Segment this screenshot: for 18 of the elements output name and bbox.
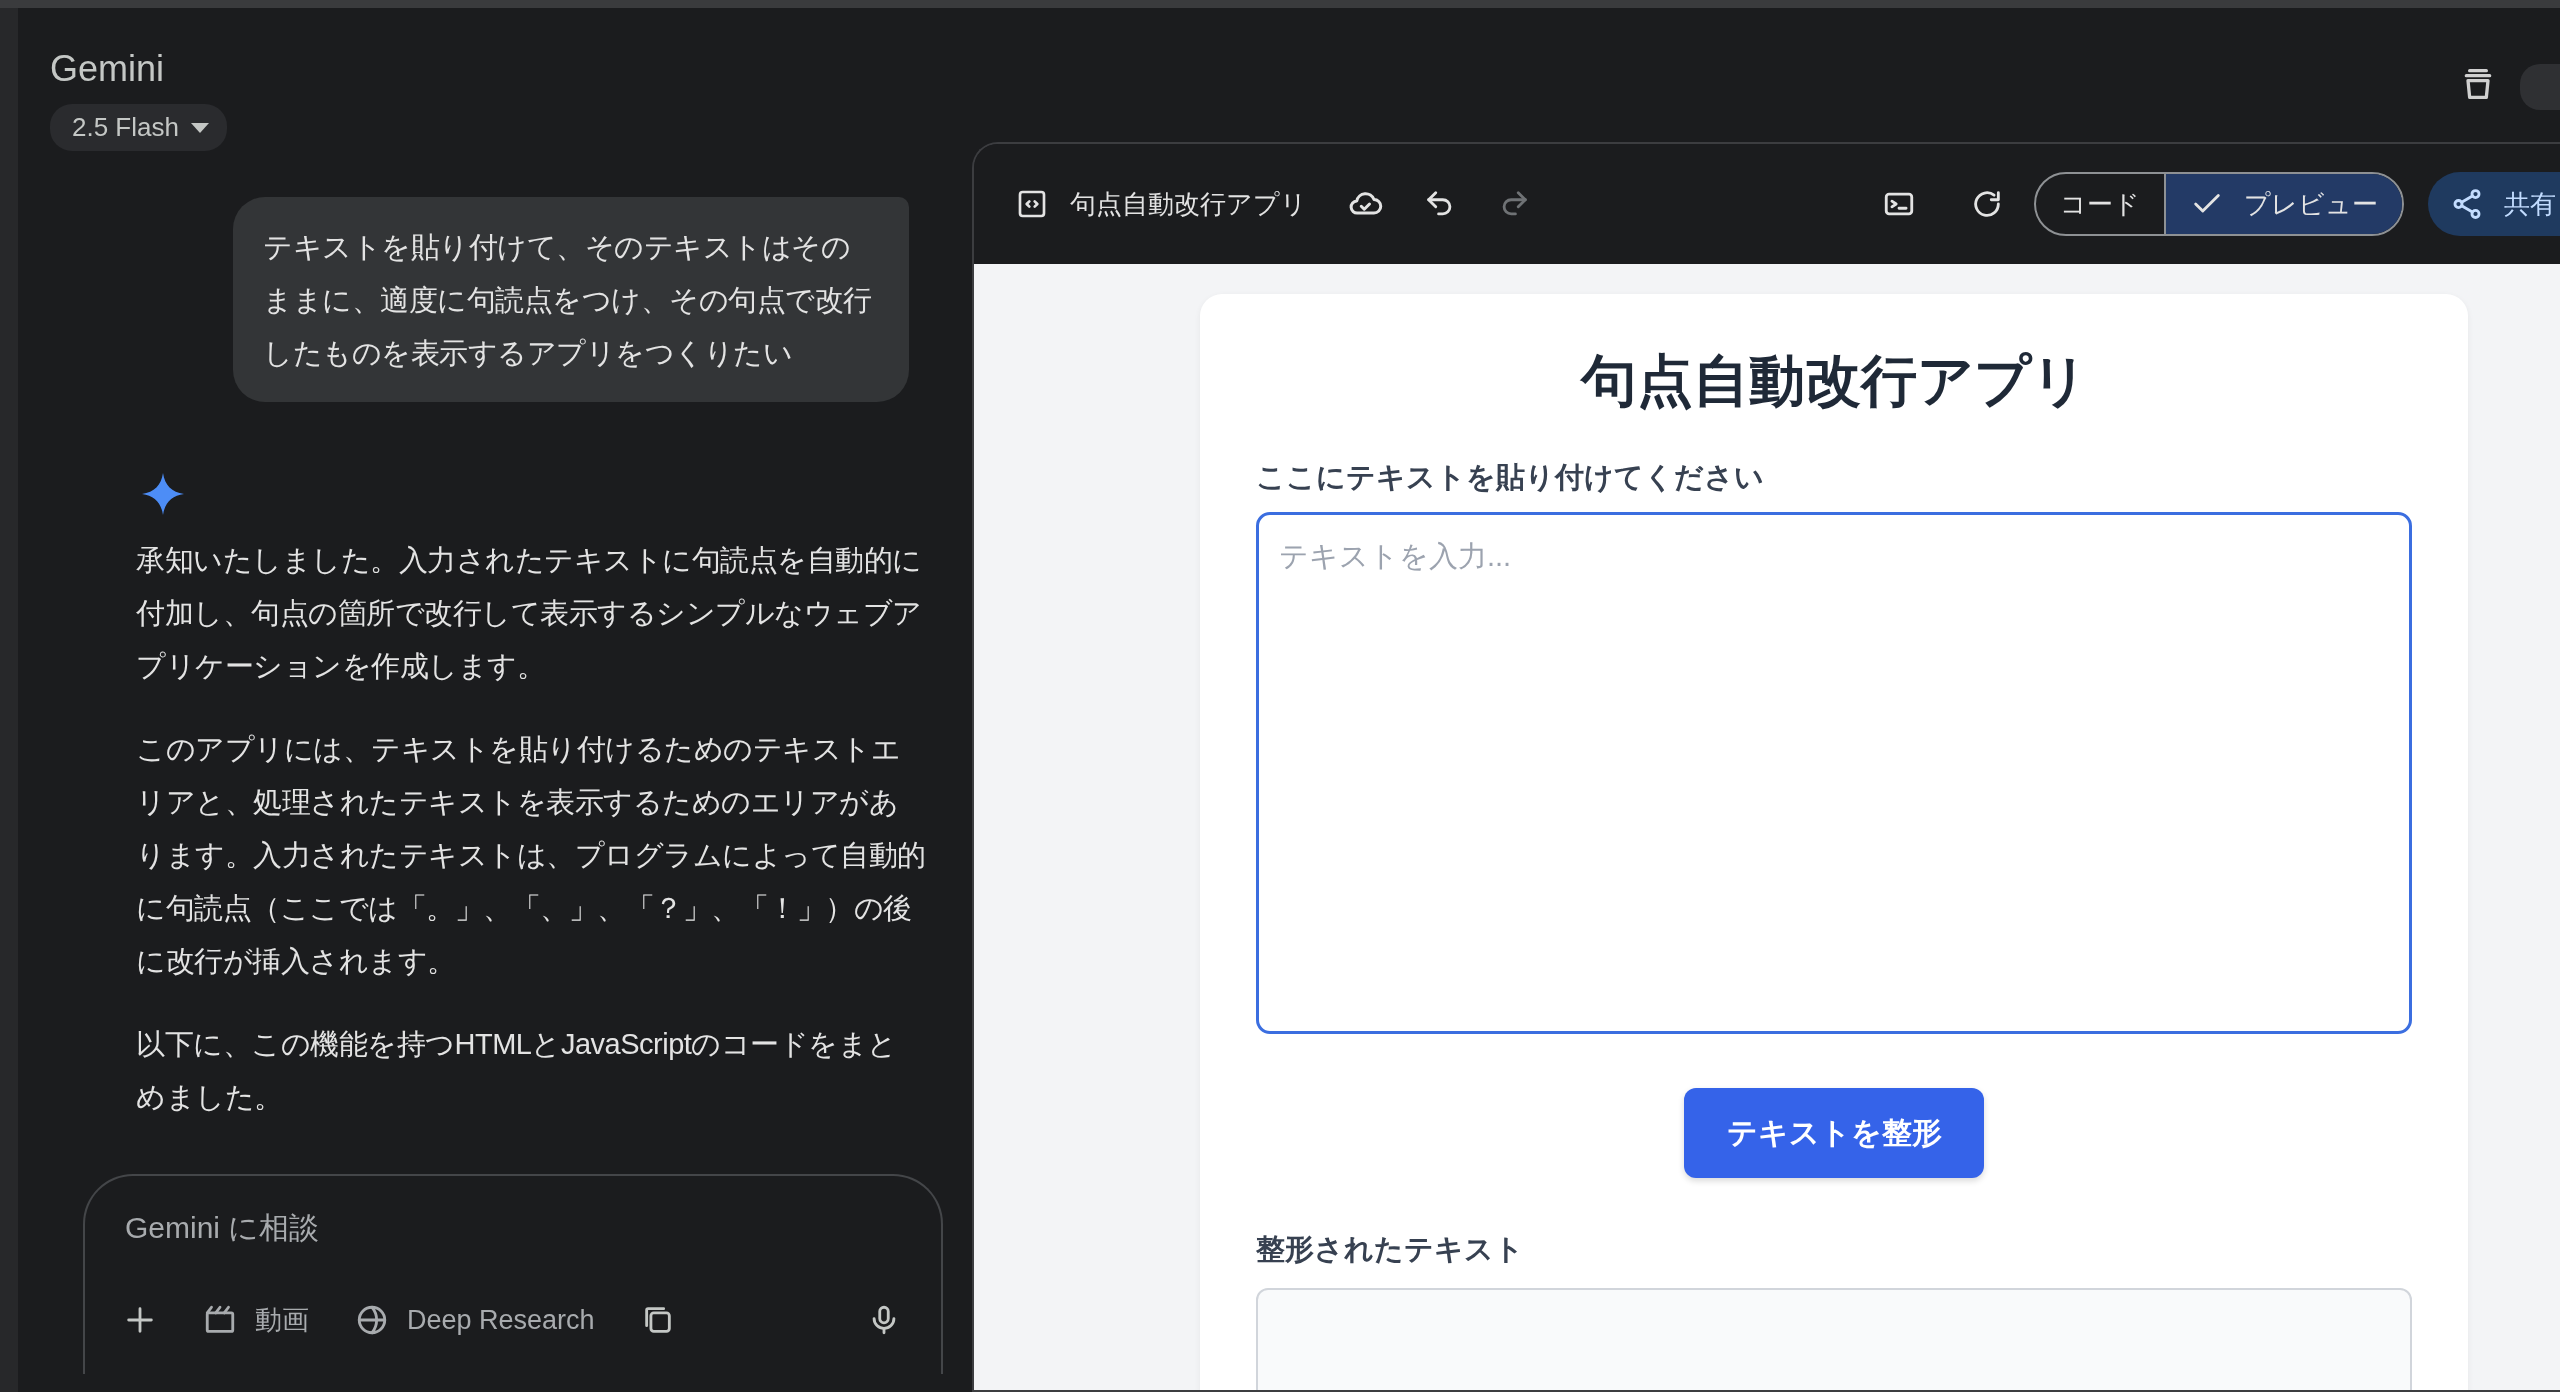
share-button[interactable]: 共有 [2428, 172, 2560, 236]
response-paragraph: このアプリには、テキストを貼り付けるためのテキストエリアと、処理されたテキストを表示するためのエリアがあります。入力されたテキストは、プログラムによって自動的に句読点（ここでは「。」、「、」、「？」、「！」）の後に改行が挿入されます。 [136, 732, 926, 979]
view-tab[interactable]: プレビュー [2164, 174, 2402, 234]
response-paragraph: 以下に、この機能を持つHTMLとJavaScriptのコードをまとめました。 [136, 1027, 898, 1115]
app-heading: 句点自動改行アプリ [1579, 348, 2089, 414]
model-selector[interactable]: 2.5 Flash [50, 104, 227, 151]
tool-button[interactable]: Deep Research [355, 1303, 595, 1337]
canvas-title: 句点自動改行アプリ [1070, 187, 1307, 221]
tool-button[interactable]: 動画 [203, 1302, 309, 1338]
prompt-box[interactable]: Gemini に相談 動画 Deep Research [83, 1174, 943, 1374]
response-paragraph: 承知いたしました。入力されたテキストに句読点を自動的に付加し、句点の箇所で改行して表示するシンプルなウェブアプリケーションを作成します。 [136, 543, 923, 684]
output-label: 整形されたテキスト [1256, 1232, 1525, 1267]
input-label: ここにテキストを貼り付けてください [1256, 460, 1765, 495]
user-message: テキストを貼り付けて、そのテキストはそのままに、適度に句読点をつけ、その句点で改行したものを表示するアプリをつくりたい [233, 197, 909, 402]
text-input[interactable]: テキストを入力... [1256, 512, 2412, 1034]
app-title: Gemini [50, 48, 166, 90]
format-button[interactable]: テキストを整形 [1684, 1088, 1984, 1178]
view-tab[interactable]: コード [2036, 174, 2164, 234]
